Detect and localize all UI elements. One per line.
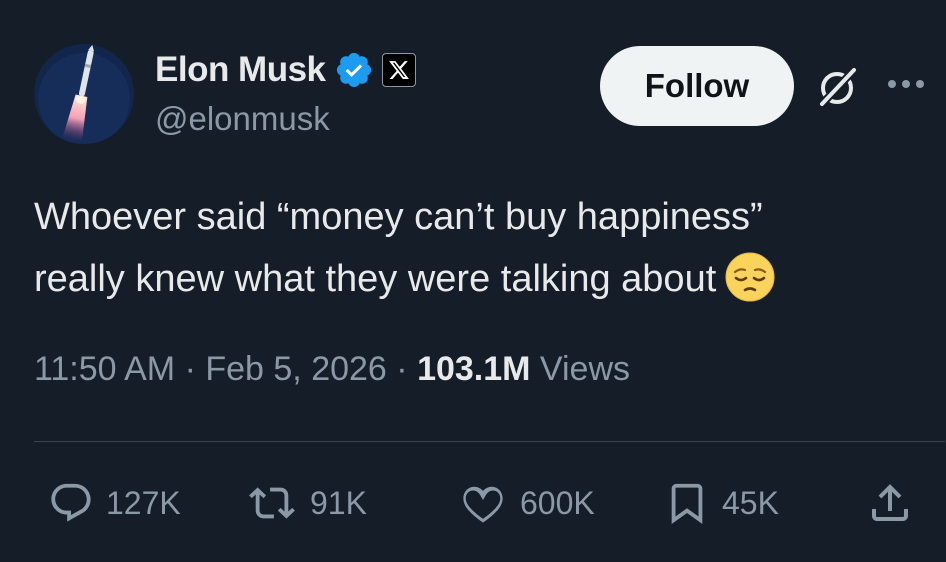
like-count: 600K	[520, 484, 595, 521]
bookmark-button[interactable]: 45K	[664, 478, 779, 528]
more-icon[interactable]	[884, 74, 928, 94]
avatar[interactable]	[34, 44, 134, 144]
reply-count: 127K	[106, 484, 181, 521]
grok-icon[interactable]	[814, 64, 860, 110]
author-handle[interactable]: @elonmusk	[155, 100, 330, 138]
tweet-text-line-1: Whoever said “money can’t buy happiness”	[34, 196, 763, 238]
meta-separator: ·	[175, 350, 206, 388]
tweet-meta: 11:50 AM · Feb 5, 2026 · 103.1M Views	[34, 350, 630, 389]
repost-icon	[249, 487, 295, 519]
share-button[interactable]	[866, 478, 914, 528]
x-logo-icon[interactable]	[381, 53, 416, 87]
reply-button[interactable]: 127K	[48, 478, 181, 528]
tweet-text-line-2-text: really knew what they were talking about	[34, 258, 717, 300]
pensive-face-emoji-icon	[725, 252, 775, 302]
like-button[interactable]: 600K	[458, 478, 595, 528]
meta-separator: ·	[386, 350, 418, 388]
rocket-launch-avatar-icon	[34, 44, 134, 144]
views-count[interactable]: 103.1M	[417, 350, 530, 388]
views-label: Views	[530, 350, 630, 388]
bookmark-count: 45K	[722, 484, 779, 521]
divider	[34, 441, 945, 442]
bookmark-icon	[671, 483, 703, 524]
author-name-row: Elon Musk	[155, 48, 416, 92]
tweet-text-line-2: really knew what they were talking about	[34, 248, 914, 310]
share-icon	[872, 484, 908, 521]
tweet-date[interactable]: Feb 5, 2026	[205, 350, 386, 388]
tweet-text: Whoever said “money can’t buy happiness”…	[34, 186, 914, 310]
repost-button[interactable]: 91K	[246, 478, 367, 528]
repost-count: 91K	[310, 484, 367, 521]
author-display-name[interactable]: Elon Musk	[155, 50, 326, 90]
tweet-time[interactable]: 11:50 AM	[34, 350, 175, 388]
heart-icon	[463, 486, 503, 523]
verified-badge-icon[interactable]	[334, 50, 374, 90]
tweet-card: Elon Musk @elonmusk Follow Whoever said …	[0, 0, 946, 562]
follow-button[interactable]: Follow	[600, 46, 794, 126]
reply-icon	[51, 483, 91, 522]
